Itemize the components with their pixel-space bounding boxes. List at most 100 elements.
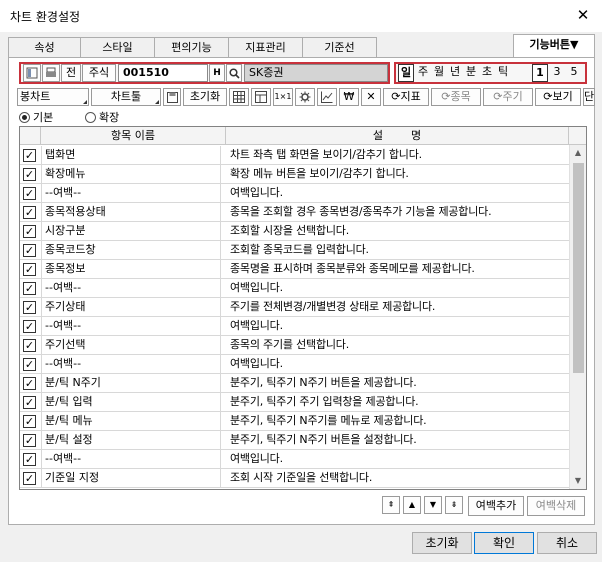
ok-button[interactable]: 확인 <box>474 532 534 554</box>
search-icon[interactable] <box>226 64 242 82</box>
move-down-icon[interactable]: ▼ <box>424 496 442 514</box>
vertical-scrollbar[interactable]: ▲ ▼ <box>569 145 586 489</box>
scroll-thumb[interactable] <box>573 163 584 373</box>
period-tick[interactable]: 틱 <box>495 64 511 82</box>
reset-button[interactable]: 초기화 <box>183 88 227 106</box>
row-checkbox[interactable]: ✓ <box>23 396 36 409</box>
grid-rows: ✓ 탭화면 차트 좌측 탭 화면을 보이기/감추기 합니다. ✓ 확장메뉴 확장 메뉴 버… <box>20 146 569 488</box>
table-row[interactable]: ✓ --여백-- 여백입니다. <box>20 355 569 374</box>
table-row[interactable]: ✓ 분/틱 메뉴 분주기, 틱주기 N주기를 메뉴로 제공합니다. <box>20 412 569 431</box>
period-button[interactable]: ⟳주기 <box>483 88 533 106</box>
table-row[interactable]: ✓ 주기상태 주기를 전체변경/개별변경 상태로 제공합니다. <box>20 298 569 317</box>
row-checkbox[interactable]: ✓ <box>23 187 36 200</box>
delete-blank-button[interactable]: 여백삭제 <box>527 496 585 516</box>
panel-toggle-icon[interactable] <box>23 64 41 82</box>
table-row[interactable]: ✓ 분/틱 입력 분주기, 틱주기 주기 입력창을 제공합니다. <box>20 393 569 412</box>
table-row[interactable]: ✓ 기준일 지정 조회 시작 기준일을 선택합니다. <box>20 469 569 488</box>
row-checkbox[interactable]: ✓ <box>23 453 36 466</box>
row-checkbox[interactable]: ✓ <box>23 168 36 181</box>
stock-label: 종목 <box>450 90 471 103</box>
view-button[interactable]: ⟳보기 <box>535 88 581 106</box>
scroll-up-icon[interactable]: ▲ <box>570 145 586 161</box>
layout-icon[interactable] <box>251 88 271 106</box>
row-description: 분주기, 틱주기 주기 입력창을 제공합니다. <box>230 395 419 408</box>
table-row[interactable]: ✓ 탭화면 차트 좌측 탭 화면을 보이기/감추기 합니다. <box>20 146 569 165</box>
view-label: 보기 <box>552 90 573 103</box>
header-item-name[interactable]: 항목 이름 <box>41 127 226 145</box>
move-top-icon[interactable]: ⇞ <box>382 496 400 514</box>
row-item-name: 기준일 지정 <box>41 469 221 488</box>
table-row[interactable]: ✓ 종목정보 종목명을 표시하며 종목분류와 종목메모를 제공합니다. <box>20 260 569 279</box>
row-checkbox[interactable]: ✓ <box>23 301 36 314</box>
candle-chart-dropdown[interactable]: 봉차트 <box>17 88 89 106</box>
row-checkbox[interactable]: ✓ <box>23 472 36 485</box>
tab-style[interactable]: 스타일 <box>80 37 155 57</box>
more-button[interactable]: 단 <box>583 88 595 106</box>
table-row[interactable]: ✓ 종목코드창 조회할 종목코드를 입력합니다. <box>20 241 569 260</box>
save-icon[interactable] <box>163 88 181 106</box>
move-bottom-icon[interactable]: ⇟ <box>445 496 463 514</box>
period-minute[interactable]: 분 <box>463 64 479 82</box>
header-description[interactable]: 설 명 <box>226 127 569 145</box>
stock-button[interactable]: ⟳종목 <box>431 88 481 106</box>
n-period-1[interactable]: 1 <box>532 64 548 82</box>
tab-convenience[interactable]: 편의기능 <box>154 37 229 57</box>
table-row[interactable]: ✓ 시장구분 조회할 시장을 선택합니다. <box>20 222 569 241</box>
print-icon[interactable] <box>42 64 60 82</box>
table-row[interactable]: ✓ --여백-- 여백입니다. <box>20 184 569 203</box>
table-row[interactable]: ✓ 분/틱 설정 분주기, 틱주기 N주기 버튼을 설정합니다. <box>20 431 569 450</box>
period-label: 주기 <box>502 90 523 103</box>
table-row[interactable]: ✓ 종목적용상태 종목을 조회할 경우 종목변경/종목추가 기능을 제공합니다. <box>20 203 569 222</box>
scissors-icon[interactable]: ✕ <box>361 88 381 106</box>
row-checkbox[interactable]: ✓ <box>23 415 36 428</box>
row-checkbox[interactable]: ✓ <box>23 320 36 333</box>
currency-won-icon[interactable]: ₩ <box>339 88 359 106</box>
tab-indicator-manage[interactable]: 지표관리 <box>228 37 303 57</box>
period-second[interactable]: 초 <box>479 64 495 82</box>
one-by-one-icon[interactable]: 1×1 <box>273 88 293 106</box>
close-icon[interactable]: ✕ <box>572 4 594 26</box>
move-up-icon[interactable]: ▲ <box>403 496 421 514</box>
chart-edit-icon[interactable] <box>317 88 337 106</box>
scroll-down-icon[interactable]: ▼ <box>570 473 586 489</box>
table-row[interactable]: ✓ --여백-- 여백입니다. <box>20 279 569 298</box>
market-dropdown[interactable]: 주식 <box>82 64 116 82</box>
n-period-3[interactable]: 3 <box>549 64 565 82</box>
row-checkbox[interactable]: ✓ <box>23 377 36 390</box>
stock-code-input[interactable]: 001510 <box>118 64 208 82</box>
tab-properties[interactable]: 속성 <box>8 37 81 57</box>
row-checkbox[interactable]: ✓ <box>23 339 36 352</box>
row-checkbox[interactable]: ✓ <box>23 225 36 238</box>
row-item-name: 시장구분 <box>41 222 221 241</box>
indicator-button[interactable]: ⟳지표 <box>383 88 429 106</box>
period-week[interactable]: 주 <box>415 64 431 82</box>
settings-gear-icon[interactable] <box>295 88 315 106</box>
row-checkbox[interactable]: ✓ <box>23 244 36 257</box>
period-day[interactable]: 일 <box>398 64 414 82</box>
tab-baseline[interactable]: 기준선 <box>302 37 377 57</box>
n-period-5[interactable]: 5 <box>566 64 582 82</box>
row-checkbox[interactable]: ✓ <box>23 434 36 447</box>
radio-extended[interactable]: 확장 <box>85 109 119 125</box>
table-row[interactable]: ✓ 확장메뉴 확장 메뉴 버튼을 보이기/감추기 합니다. <box>20 165 569 184</box>
table-row[interactable]: ✓ --여백-- 여백입니다. <box>20 450 569 469</box>
row-checkbox[interactable]: ✓ <box>23 358 36 371</box>
radio-basic[interactable]: 기본 <box>19 109 53 125</box>
row-checkbox[interactable]: ✓ <box>23 206 36 219</box>
add-blank-button[interactable]: 여백추가 <box>468 496 524 516</box>
table-row[interactable]: ✓ 분/틱 N주기 분주기, 틱주기 N주기 버튼을 제공합니다. <box>20 374 569 393</box>
cancel-button[interactable]: 취소 <box>537 532 597 554</box>
table-row[interactable]: ✓ --여백-- 여백입니다. <box>20 317 569 336</box>
row-checkbox[interactable]: ✓ <box>23 149 36 162</box>
row-checkbox[interactable]: ✓ <box>23 263 36 276</box>
grid-icon[interactable] <box>229 88 249 106</box>
footer-reset-button[interactable]: 초기화 <box>412 532 472 554</box>
period-month[interactable]: 월 <box>431 64 447 82</box>
row-checkbox[interactable]: ✓ <box>23 282 36 295</box>
history-button[interactable]: H <box>209 64 225 82</box>
chart-tool-dropdown[interactable]: 차트툴 <box>91 88 161 106</box>
table-row[interactable]: ✓ 주기선택 종목의 주기를 선택합니다. <box>20 336 569 355</box>
period-year[interactable]: 년 <box>447 64 463 82</box>
tab-function-buttons[interactable]: 기능버튼▼ <box>513 34 595 58</box>
all-button[interactable]: 전 <box>61 64 81 82</box>
